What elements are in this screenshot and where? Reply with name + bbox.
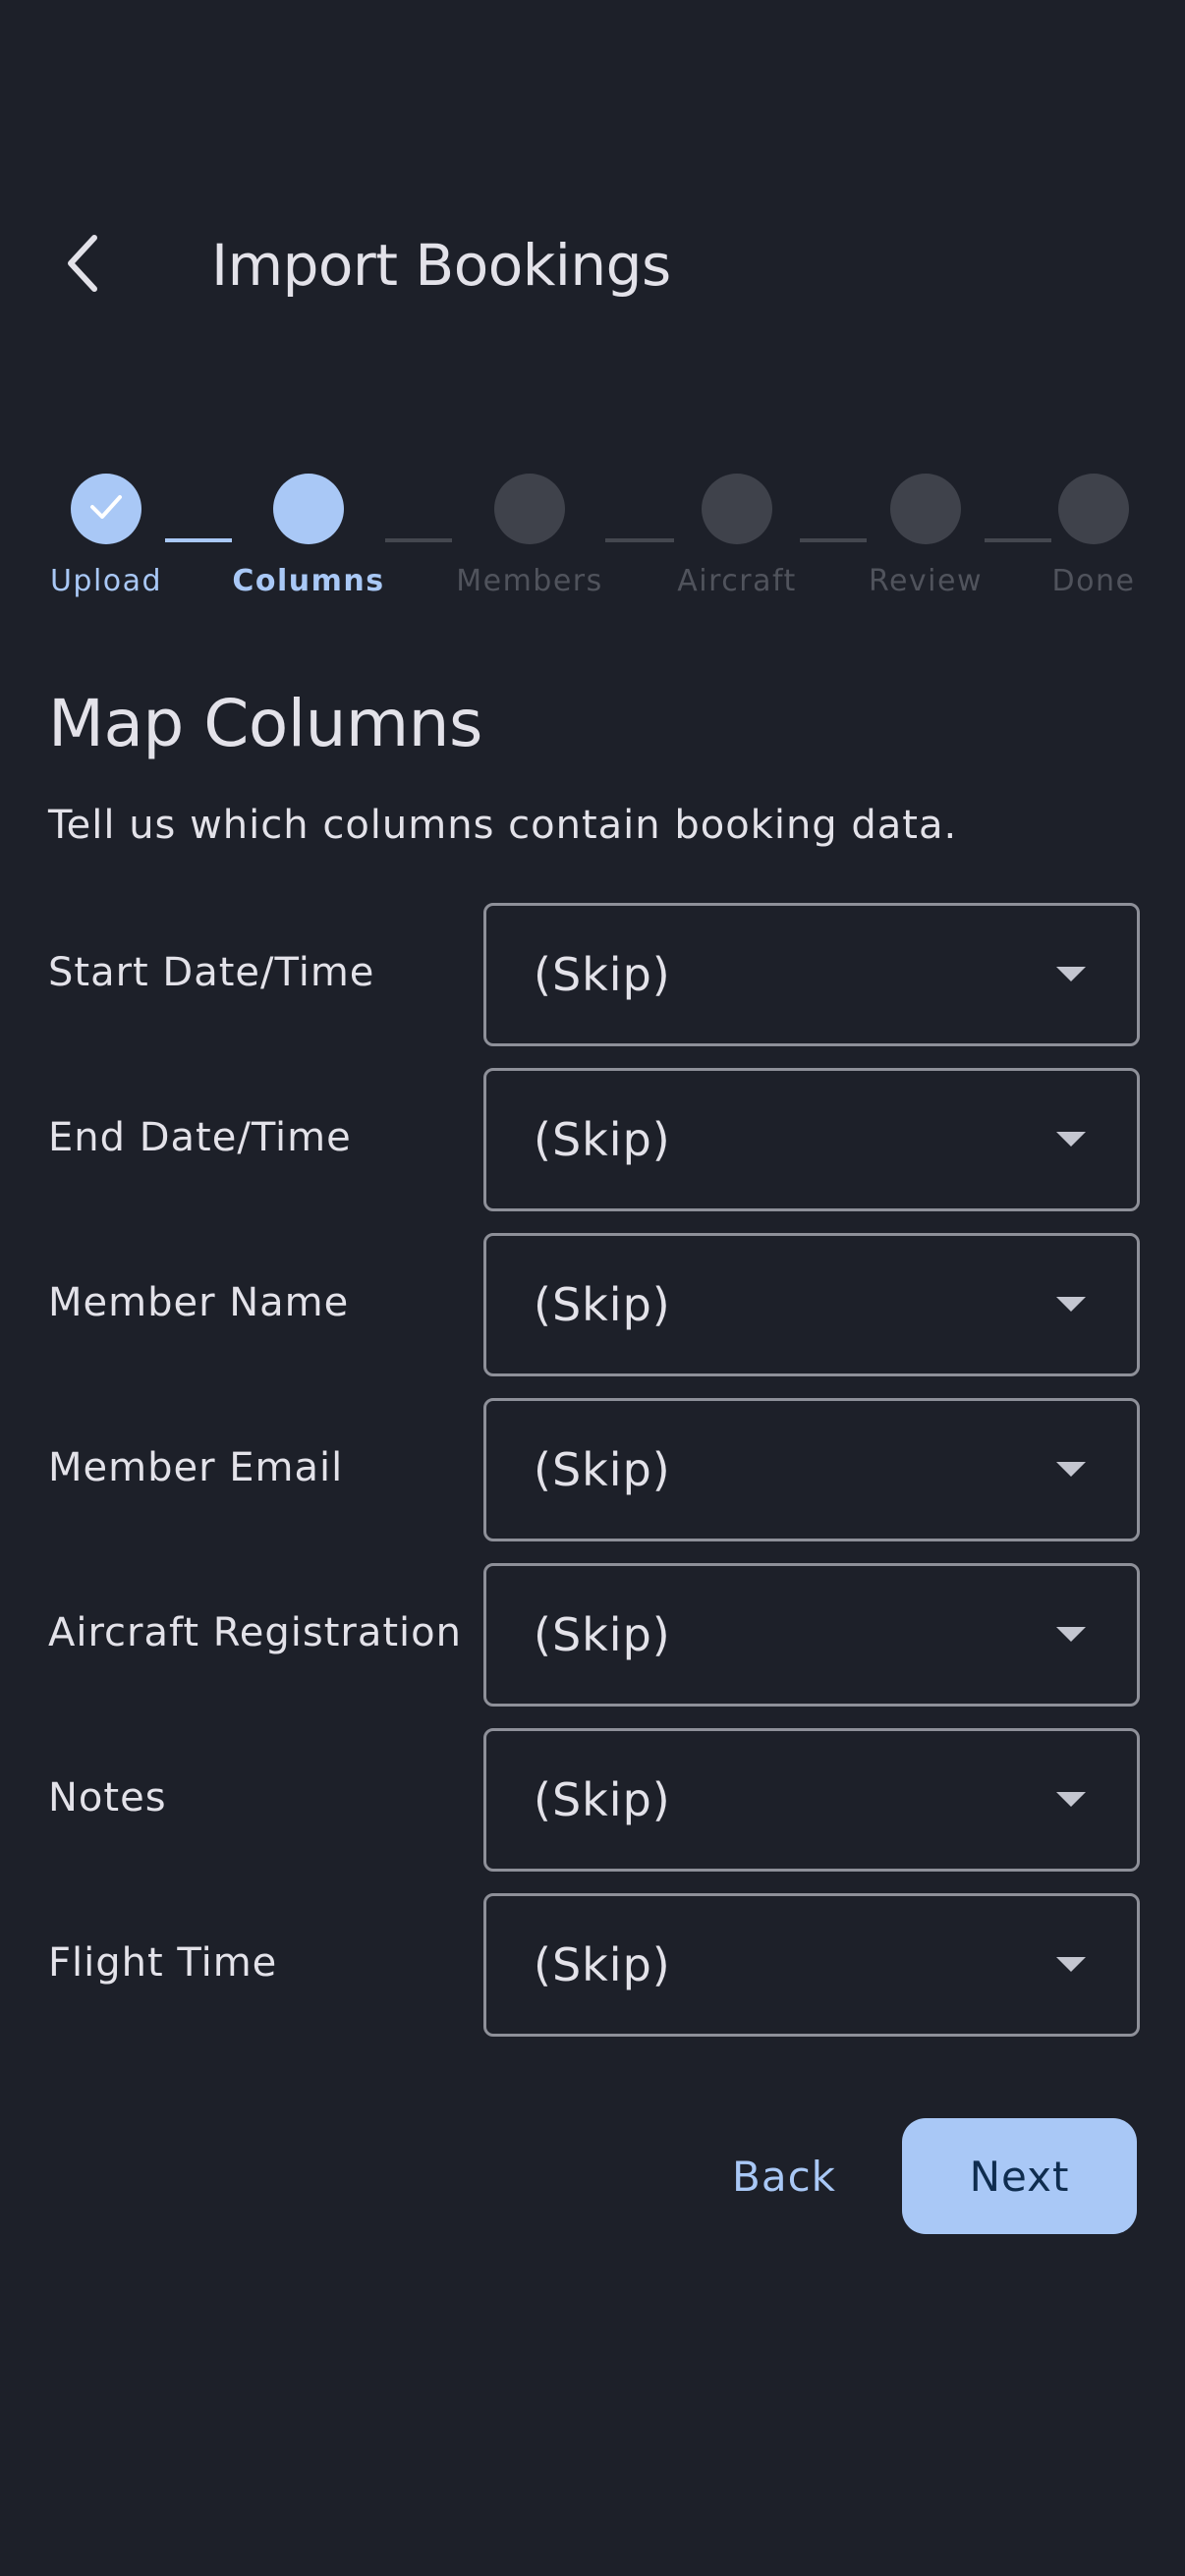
check-icon: [88, 492, 124, 526]
select-value: (Skip): [534, 1773, 671, 1826]
mapping-label: Notes: [48, 1775, 167, 1820]
step-upload: Upload: [28, 474, 185, 601]
mapping-label: Aircraft Registration: [48, 1610, 462, 1655]
step-done-indicator: [1058, 474, 1129, 544]
mapping-label: Start Date/Time: [48, 950, 375, 995]
step-aircraft-indicator: [702, 474, 772, 544]
section-title: Map Columns: [48, 686, 482, 761]
select-value: (Skip): [534, 1113, 671, 1166]
mapping-label: End Date/Time: [48, 1115, 352, 1160]
dropdown-arrow-icon: [1056, 1462, 1086, 1477]
step-review-label: Review: [868, 564, 984, 598]
end-datetime-select[interactable]: (Skip): [483, 1068, 1140, 1211]
flight-time-select[interactable]: (Skip): [483, 1893, 1140, 2037]
aircraft-registration-select[interactable]: (Skip): [483, 1563, 1140, 1707]
dropdown-arrow-icon: [1056, 967, 1086, 981]
mapping-row-member-email: Member Email (Skip): [0, 1398, 1185, 1541]
import-bookings-screen: Import Bookings Upload Columns Members A…: [0, 0, 1185, 2576]
mapping-row-flight-time: Flight Time (Skip): [0, 1893, 1185, 2037]
step-review: Review: [847, 474, 1004, 601]
step-connector-2: [385, 538, 452, 542]
select-value: (Skip): [534, 1278, 671, 1331]
dropdown-arrow-icon: [1056, 1297, 1086, 1312]
step-upload-indicator: [71, 474, 141, 544]
member-name-select[interactable]: (Skip): [483, 1233, 1140, 1376]
step-members-label: Members: [456, 564, 603, 598]
step-done-label: Done: [1051, 564, 1136, 598]
mapping-label: Member Email: [48, 1445, 344, 1490]
step-review-indicator: [890, 474, 961, 544]
step-members-indicator: [494, 474, 565, 544]
step-columns: Columns: [230, 474, 387, 601]
step-columns-label: Columns: [232, 564, 385, 598]
start-datetime-select[interactable]: (Skip): [483, 903, 1140, 1046]
step-aircraft-label: Aircraft: [677, 564, 797, 598]
mapping-label: Member Name: [48, 1280, 350, 1325]
next-button[interactable]: Next: [902, 2118, 1137, 2234]
step-upload-label: Upload: [49, 564, 163, 598]
mapping-row-start-datetime: Start Date/Time (Skip): [0, 903, 1185, 1046]
mapping-row-notes: Notes (Skip): [0, 1728, 1185, 1872]
step-columns-indicator: [273, 474, 344, 544]
mapping-row-member-name: Member Name (Skip): [0, 1233, 1185, 1376]
step-members: Members: [451, 474, 608, 601]
member-email-select[interactable]: (Skip): [483, 1398, 1140, 1541]
step-done: Done: [1015, 474, 1172, 601]
back-button[interactable]: Back: [704, 2118, 865, 2234]
select-value: (Skip): [534, 948, 671, 1001]
mapping-row-end-datetime: End Date/Time (Skip): [0, 1068, 1185, 1211]
mapping-label: Flight Time: [48, 1940, 278, 1986]
dropdown-arrow-icon: [1056, 1132, 1086, 1147]
select-value: (Skip): [534, 1608, 671, 1661]
section-description: Tell us which columns contain booking da…: [48, 803, 958, 848]
dropdown-arrow-icon: [1056, 1957, 1086, 1972]
select-value: (Skip): [534, 1443, 671, 1496]
import-stepper: Upload Columns Members Aircraft Review D…: [0, 0, 1185, 629]
dropdown-arrow-icon: [1056, 1792, 1086, 1807]
notes-select[interactable]: (Skip): [483, 1728, 1140, 1872]
select-value: (Skip): [534, 1938, 671, 1991]
dropdown-arrow-icon: [1056, 1627, 1086, 1642]
step-aircraft: Aircraft: [658, 474, 816, 601]
mapping-row-aircraft-registration: Aircraft Registration (Skip): [0, 1563, 1185, 1707]
